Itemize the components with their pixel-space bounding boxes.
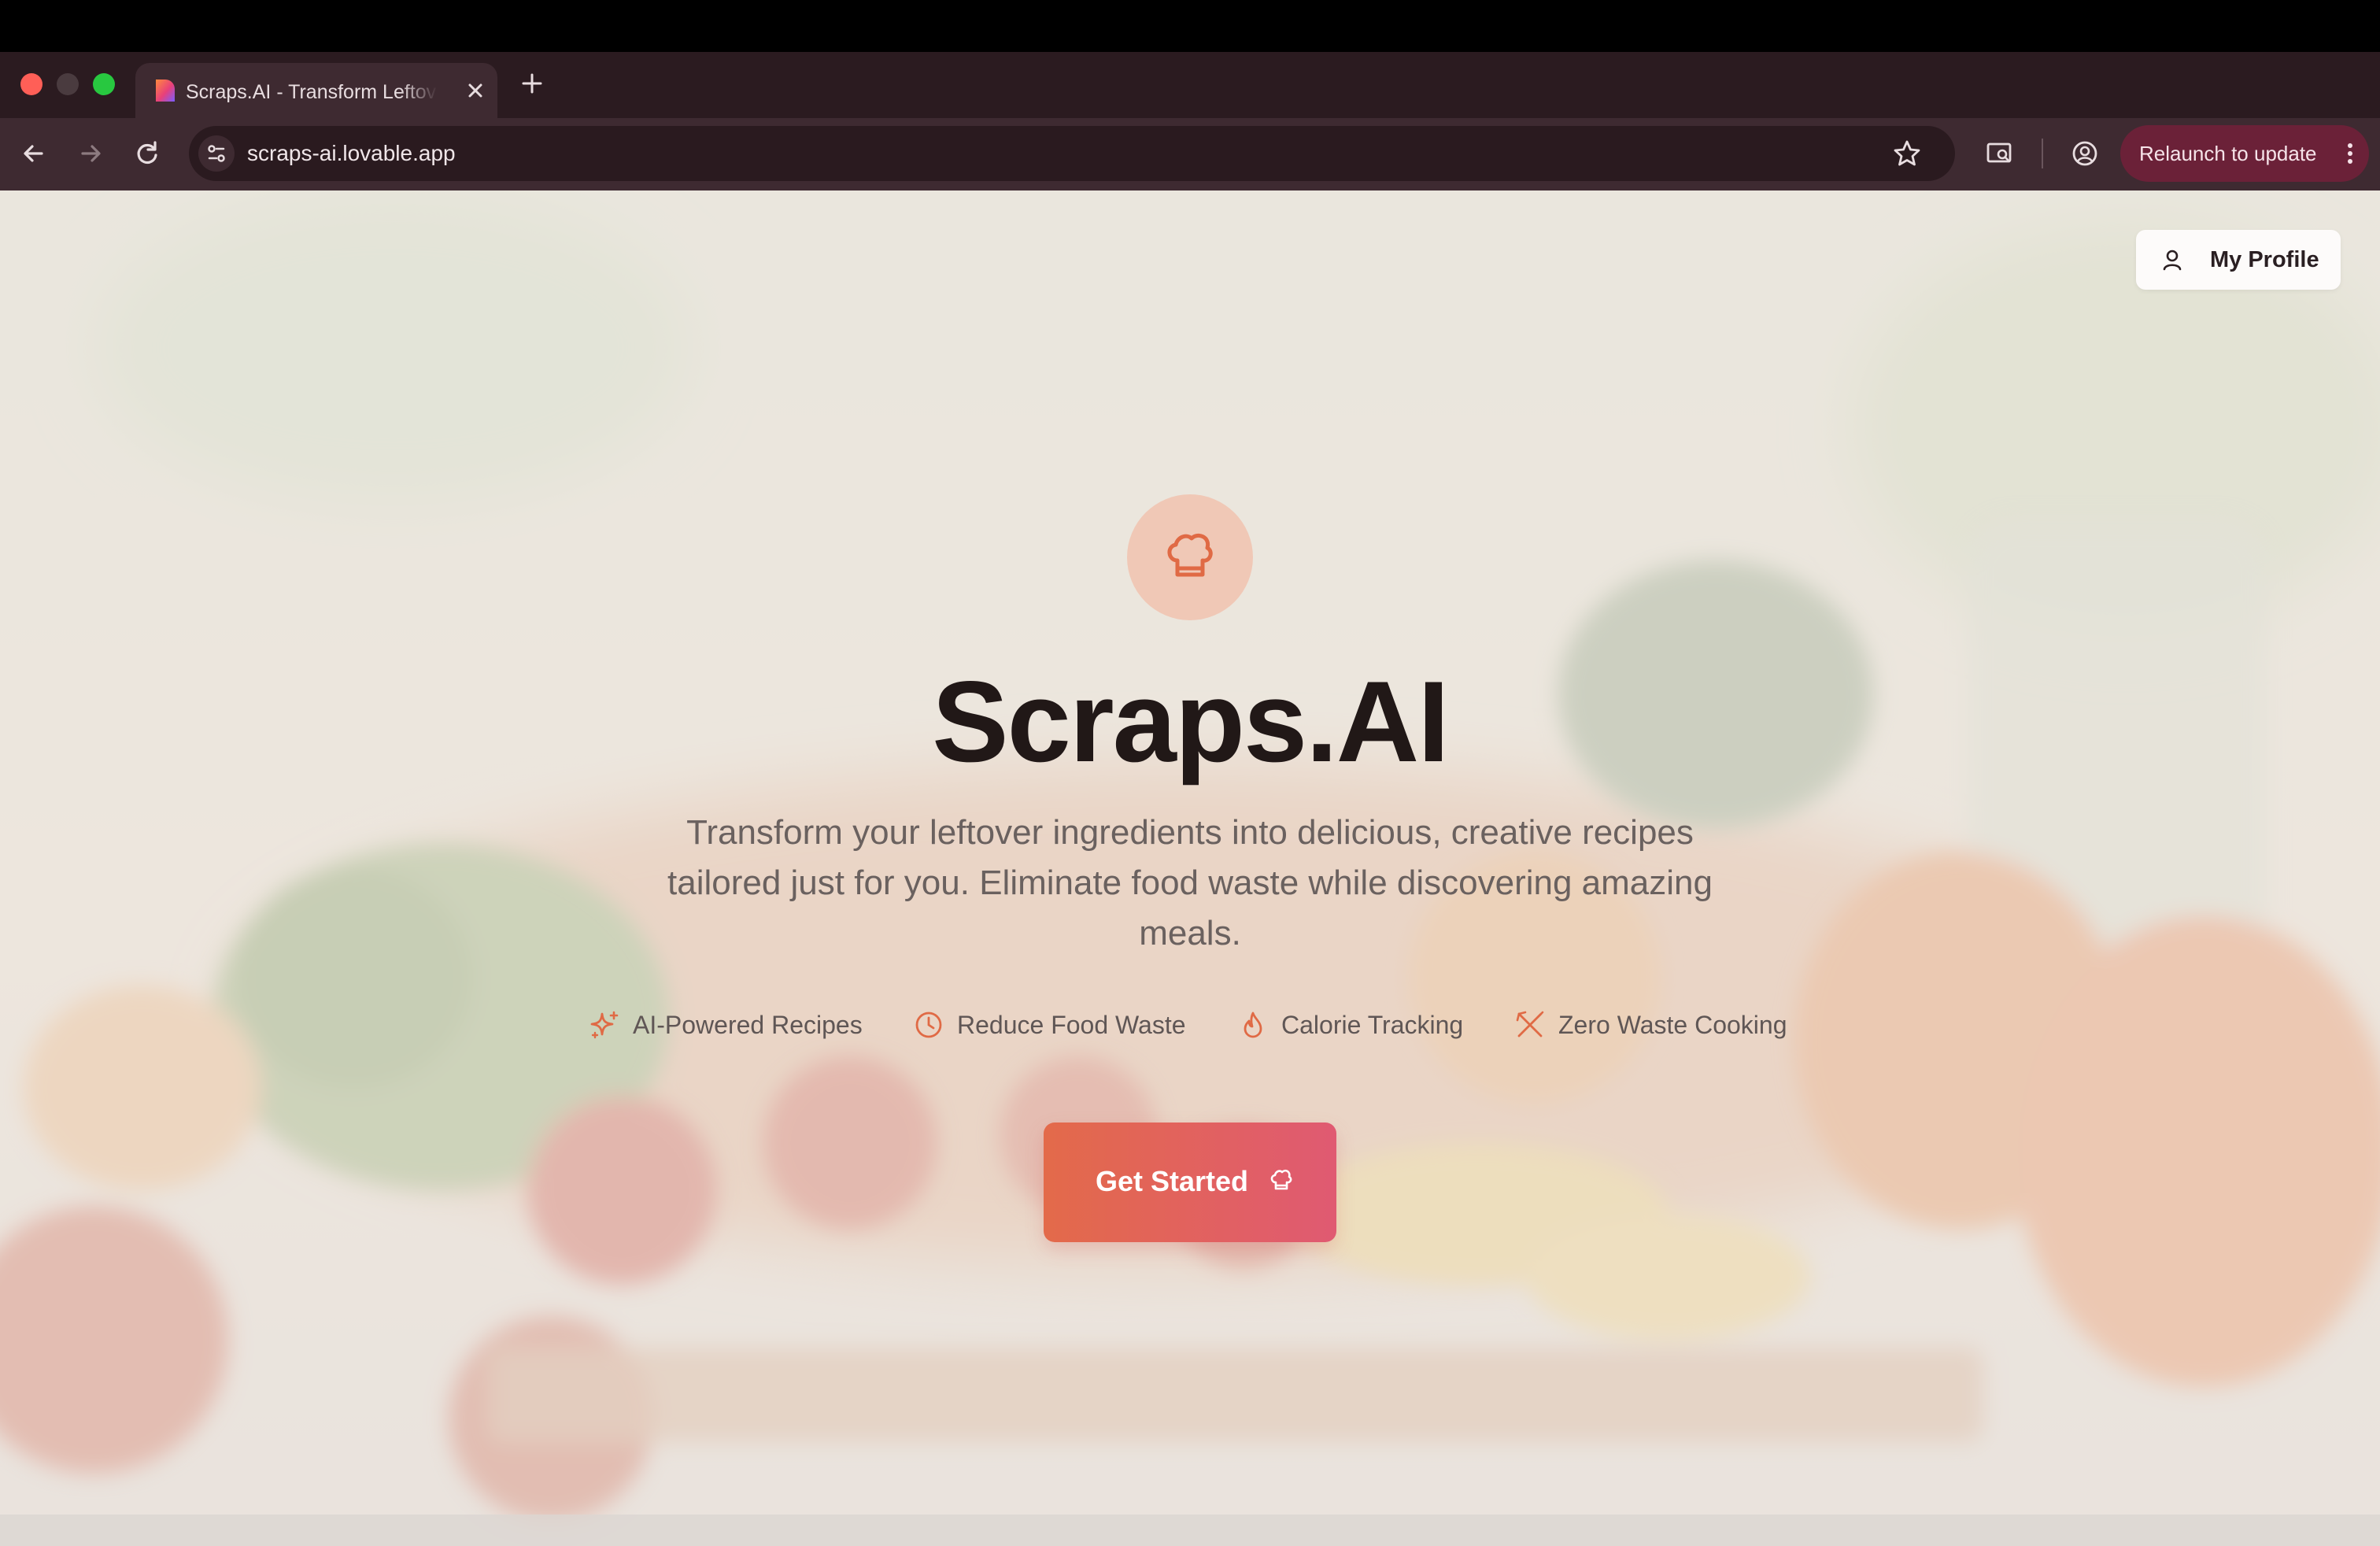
chef-hat-icon (1167, 534, 1213, 577)
feature-label: AI-Powered Recipes (633, 1011, 863, 1039)
chef-hat-icon (1270, 1169, 1292, 1190)
window-minimize-button[interactable] (57, 73, 79, 95)
lovable-heart-icon (156, 80, 175, 102)
forward-icon[interactable] (72, 135, 109, 172)
feature-label: Zero Waste Cooking (1558, 1011, 1787, 1039)
address-bar[interactable]: scraps-ai.lovable.app (189, 126, 1955, 181)
hero-title: Scraps.AI (932, 657, 1450, 786)
tune-icon (208, 145, 225, 162)
clock-icon (915, 1012, 942, 1038)
browser-tab-active[interactable]: Scraps.AI - Transform Leftovers (135, 63, 497, 118)
window-zoom-button[interactable] (93, 73, 115, 95)
relaunch-label: Relaunch to update (2139, 142, 2317, 165)
my-profile-button[interactable]: My Profile (2136, 230, 2341, 290)
get-started-button[interactable]: Get Started (1044, 1123, 1336, 1242)
bottom-edge (0, 1515, 2380, 1546)
flame-icon (1244, 1012, 1262, 1038)
lens-search-icon[interactable] (1982, 135, 2018, 172)
new-tab-icon[interactable] (516, 68, 548, 99)
site-info-button[interactable] (198, 135, 235, 172)
page-viewport: My Profile Scraps.AI Transform your left… (0, 190, 2380, 1546)
tab-close-icon[interactable] (461, 76, 490, 105)
reload-icon[interactable] (129, 135, 165, 172)
url-text: scraps-ai.lovable.app (247, 141, 456, 165)
menu-bar-backdrop (0, 0, 2380, 52)
account-circle-icon[interactable] (2067, 135, 2103, 172)
sparkles-icon (590, 1011, 619, 1039)
utensils-crossed-icon (1516, 1011, 1544, 1037)
back-icon[interactable] (16, 135, 52, 172)
my-profile-label: My Profile (2210, 247, 2319, 272)
user-icon (2163, 250, 2182, 271)
window-close-button[interactable] (20, 73, 42, 95)
more-vertical-icon[interactable] (2334, 138, 2366, 169)
get-started-label: Get Started (1096, 1165, 1249, 1197)
feature-label: Reduce Food Waste (957, 1011, 1186, 1039)
toolbar-separator (2042, 139, 2043, 168)
relaunch-button[interactable]: Relaunch to update (2120, 125, 2369, 182)
feature-label: Calorie Tracking (1281, 1011, 1464, 1039)
bookmark-star-icon[interactable] (1890, 137, 1924, 170)
logo-badge (1127, 494, 1253, 620)
tab-title: Scraps.AI - Transform Leftovers (186, 81, 438, 103)
hero-subtitle: Transform your leftover ingredients into… (667, 813, 1713, 952)
